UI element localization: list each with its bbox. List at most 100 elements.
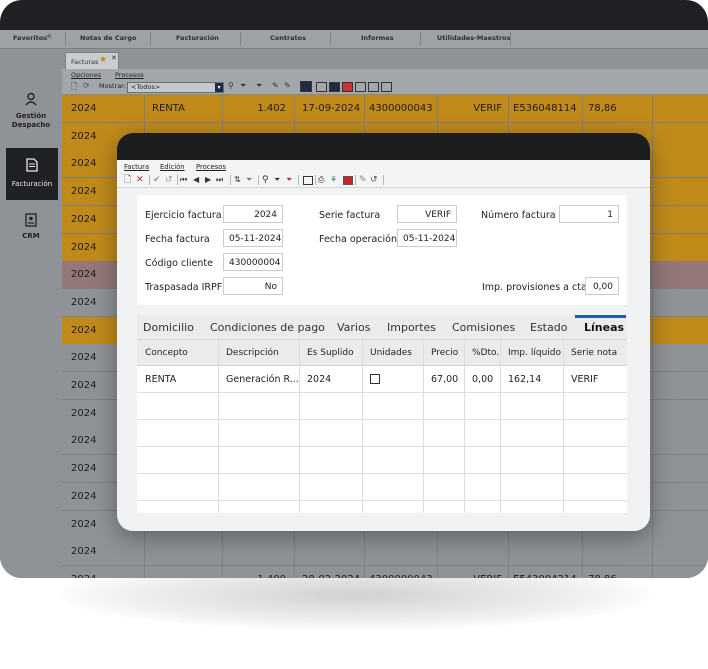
delete-icon[interactable]: ✕ xyxy=(136,175,144,185)
next-record-icon[interactable]: ▶ xyxy=(205,175,211,185)
menu-opciones[interactable]: Opciones xyxy=(71,71,101,79)
table-row[interactable] xyxy=(137,420,627,447)
column-divider xyxy=(652,399,653,427)
filter-clear-icon[interactable]: ⏷ xyxy=(286,175,292,185)
edit-icon[interactable]: ✎ xyxy=(359,175,367,185)
menu-procesos[interactable]: Procesos xyxy=(196,163,226,171)
window-icon[interactable] xyxy=(329,82,340,92)
menu-factura[interactable]: Factura xyxy=(124,163,149,171)
refresh-icon[interactable]: ⟳ xyxy=(83,81,90,90)
toolbar-separator xyxy=(383,175,384,185)
print-icon[interactable]: ⎙ xyxy=(318,175,324,185)
sidebar-item-facturacion[interactable]: Facturación xyxy=(6,148,58,200)
first-record-icon[interactable]: ⏮ xyxy=(180,175,187,185)
cell-year: 2024 xyxy=(71,407,97,419)
report-icon[interactable] xyxy=(343,176,353,185)
cell-account: 4300000043 xyxy=(369,103,433,114)
cell-date: 28-02-2024 xyxy=(302,566,360,578)
sidebar: Gestión Despacho Facturación CRM xyxy=(0,49,62,578)
table-row[interactable] xyxy=(137,474,627,501)
filter-icon[interactable]: ⏷ xyxy=(246,175,252,185)
column-header[interactable]: Concepto xyxy=(145,348,188,358)
table-row[interactable]: RENTA Generación R... 2024 67,00 0,00 16… xyxy=(137,366,627,393)
search-icon[interactable]: ⚲ xyxy=(262,175,269,185)
fecha-field[interactable]: 05-11-2024 xyxy=(223,229,283,247)
column-divider xyxy=(508,538,509,566)
table-row[interactable] xyxy=(137,501,627,513)
filter-icon[interactable]: ⚲ xyxy=(228,81,234,90)
cell-concepto: RENTA xyxy=(145,374,177,385)
column-header[interactable]: Unidades xyxy=(370,348,412,358)
column-header[interactable]: %Dto. xyxy=(472,348,499,358)
provisiones-field[interactable]: 0,00 xyxy=(585,277,619,295)
table-row[interactable] xyxy=(137,447,627,474)
document-icon xyxy=(26,158,38,172)
chevron-down-icon[interactable]: ▾ xyxy=(215,83,223,92)
share-icon[interactable]: ⚘ xyxy=(330,175,337,185)
column-header[interactable]: Precio xyxy=(431,348,458,358)
edit-icon[interactable]: ✎ xyxy=(272,81,279,90)
filter-icon[interactable]: ⏷ xyxy=(240,81,246,91)
filter-clear-icon[interactable]: ⏷ xyxy=(256,81,262,91)
fecha-operacion-field[interactable]: 05-11-2024 xyxy=(397,229,457,247)
star-icon[interactable]: ★ xyxy=(99,55,107,65)
tab-varios[interactable]: Varios xyxy=(337,321,370,334)
star-icon[interactable]: ★ xyxy=(45,32,53,42)
table-row[interactable]: 2024 1.400 28-02-2024 4300000043VERIF E54300… xyxy=(62,565,708,578)
tab-comisiones[interactable]: Comisiones xyxy=(452,321,515,334)
numero-field[interactable]: 1 xyxy=(559,205,619,223)
filter-icon[interactable]: ⏷ xyxy=(274,175,280,185)
close-icon[interactable]: ✕ xyxy=(111,54,117,62)
invoice-dialog: Factura Edición Procesos 🗋 ✕ ✔ ↺ ⏮ ◀ ▶ ⏭… xyxy=(117,133,650,531)
window-icon[interactable] xyxy=(381,82,392,92)
menu-informes[interactable]: Informes xyxy=(361,34,394,42)
menu-favoritos[interactable]: Favoritos xyxy=(13,34,47,42)
menu-notas-de-cargo[interactable]: Notas de Cargo xyxy=(80,34,136,42)
cliente-field[interactable]: 430000004 xyxy=(223,253,283,271)
sort-icon[interactable]: ⇅ xyxy=(234,175,241,185)
column-divider xyxy=(144,95,145,122)
menubar-divider xyxy=(330,32,331,45)
table-row[interactable] xyxy=(137,393,627,420)
tab-condiciones-de-pago[interactable]: Condiciones de pago xyxy=(210,321,325,334)
edit-icon[interactable]: ✎ xyxy=(284,81,291,90)
confirm-icon[interactable]: ✔ xyxy=(153,175,161,185)
menu-edicion[interactable]: Edición xyxy=(160,163,185,171)
new-icon[interactable]: 🗋 xyxy=(124,175,131,185)
column-header[interactable]: Descripción xyxy=(226,348,279,358)
tab-facturas[interactable]: Facturas ★ ✕ xyxy=(65,52,119,70)
ejercicio-field[interactable]: 2024 xyxy=(223,205,283,223)
tab-domicilio[interactable]: Domicilio xyxy=(143,321,194,334)
last-record-icon[interactable]: ⏭ xyxy=(216,175,223,185)
irpf-field[interactable]: No xyxy=(223,277,283,295)
tab-lineas[interactable]: Líneas xyxy=(584,321,624,334)
window-icon[interactable] xyxy=(355,82,366,92)
new-icon[interactable]: 🗋 xyxy=(71,81,77,95)
tab-estado[interactable]: Estado xyxy=(530,321,567,334)
unidades-checkbox[interactable] xyxy=(370,374,380,384)
column-header[interactable]: Serie nota xyxy=(571,348,617,358)
window-icon[interactable] xyxy=(300,81,312,92)
table-row[interactable]: 2024 RENTA 1.402 17-09-2024 4300000043 VERIF E… xyxy=(62,95,708,123)
undo-icon[interactable]: ↺ xyxy=(165,175,173,185)
sidebar-item-crm[interactable]: CRM xyxy=(0,213,62,247)
serie-field[interactable]: VERIF xyxy=(397,205,457,223)
window-icon[interactable] xyxy=(342,82,353,92)
tab-importes[interactable]: Importes xyxy=(387,321,436,334)
menu-procesos[interactable]: Procesos xyxy=(115,71,144,79)
undo-icon[interactable]: ↺ xyxy=(370,175,378,185)
window-icon[interactable] xyxy=(303,176,313,185)
window-icon[interactable] xyxy=(368,82,379,92)
menu-contratos[interactable]: Contratos xyxy=(270,34,306,42)
table-row[interactable]: 2024 xyxy=(62,538,708,567)
previous-record-icon[interactable]: ◀ xyxy=(193,175,199,185)
filter-select[interactable]: <Todos> ▾ xyxy=(127,82,224,93)
sidebar-item-gestion-despacho[interactable]: Gestión Despacho xyxy=(0,92,62,140)
window-icon[interactable] xyxy=(316,82,327,92)
cell-year: 2024 xyxy=(71,158,97,170)
menu-utilidades-maestros[interactable]: Utilidades-Maestros xyxy=(437,34,511,42)
serie-label: Serie factura xyxy=(319,210,381,221)
menu-facturacion[interactable]: Facturación xyxy=(176,34,219,42)
column-header[interactable]: Imp. líquido xyxy=(508,348,561,358)
column-header[interactable]: Es Suplido xyxy=(307,348,354,358)
